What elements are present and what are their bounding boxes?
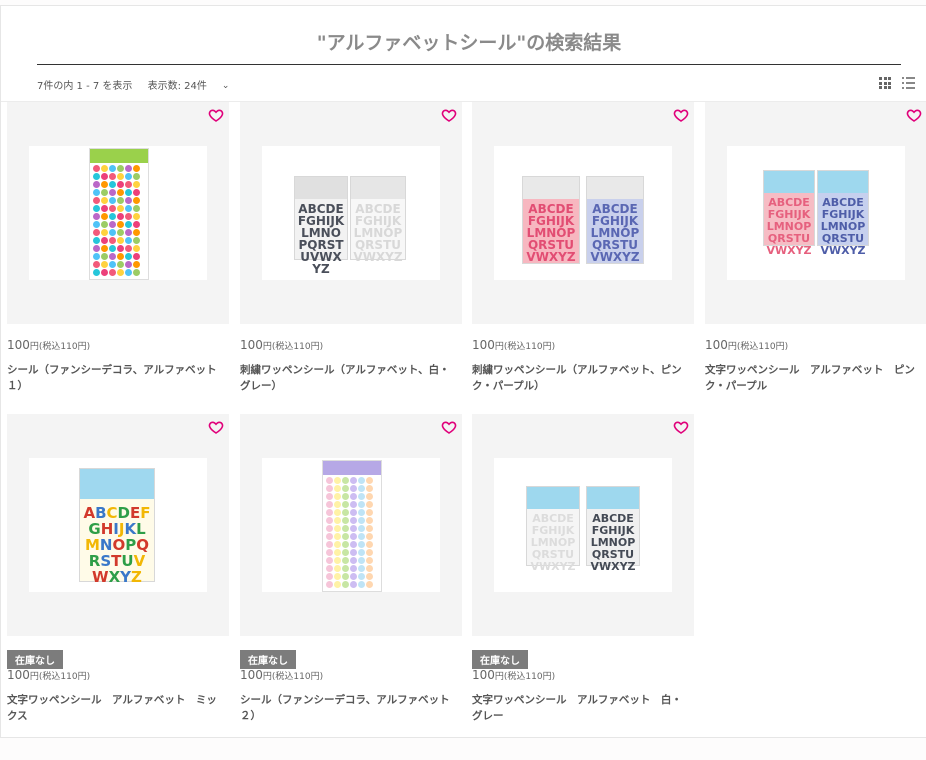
price-tax-note: 円(税込110円) xyxy=(29,672,91,682)
product-photo[interactable]: ABCDEFGHIJKLMNOPQRSTUVWXYZ ABCDEFGHIJKLMN… xyxy=(494,458,672,592)
price-tax-note: 円(税込110円) xyxy=(494,342,556,352)
product-card[interactable]: ABCDEFGHIJKLMNOPQRSTUVWXYZ ABCDEFGHIJKLMN… xyxy=(705,102,926,392)
out-of-stock-badge: 在庫なし xyxy=(472,650,528,669)
product-card[interactable]: ABCDEFGHIJKLMNOPQRSTUVWXYZ ABCDEFGHIJKLMN… xyxy=(472,102,694,392)
product-photo[interactable]: ABCDEFGHIJKLMNOPQRSTUVWXYZ ABCDEFGHIJKLMN… xyxy=(262,146,440,280)
favorite-heart-icon[interactable] xyxy=(208,419,224,435)
price-value: 100 xyxy=(240,668,263,682)
product-name-link[interactable]: 文字ワッペンシール アルファベット 白・グレー xyxy=(472,692,690,724)
favorite-heart-icon[interactable] xyxy=(208,107,224,123)
product-name-link[interactable]: 文字ワッペンシール アルファベット ピンク・パープル xyxy=(705,362,923,394)
product-image-area[interactable]: ABCDEFGHIJKLMNOPQRSTUVWXYZ xyxy=(7,414,229,636)
list-view-icon[interactable] xyxy=(902,77,915,89)
product-photo[interactable]: ABCDEFGHIJKLMNOPQRSTUVWXYZ ABCDEFGHIJKLMN… xyxy=(494,146,672,280)
product-image-area[interactable] xyxy=(7,102,229,324)
price-value: 100 xyxy=(7,338,30,352)
price-tax-note: 円(税込110円) xyxy=(262,342,324,352)
price-tax-note: 円(税込110円) xyxy=(29,342,91,352)
product-price: 100円(税込110円) xyxy=(705,338,788,352)
product-name-link[interactable]: 刺繍ワッペンシール（アルファベット、白・グレー） xyxy=(240,362,458,394)
product-photo[interactable] xyxy=(29,146,207,280)
grid-view-icon[interactable] xyxy=(879,77,891,89)
product-photo[interactable]: ABCDEFGHIJKLMNOPQRSTUVWXYZ ABCDEFGHIJKLMN… xyxy=(727,146,905,280)
page-title: "アルファベットシール"の検索結果 xyxy=(37,28,901,65)
product-card[interactable]: 100円(税込110円) シール（ファンシーデコラ、アルファベット１） xyxy=(7,102,229,392)
product-card[interactable]: ABCDEFGHIJKLMNOPQRSTUVWXYZ 在庫なし 100円(税込110… xyxy=(7,414,229,722)
price-value: 100 xyxy=(240,338,263,352)
price-tax-note: 円(税込110円) xyxy=(727,342,789,352)
result-count: 7件の内 1 - 7 を表示 xyxy=(37,81,133,92)
product-price: 100円(税込110円) xyxy=(472,338,555,352)
price-value: 100 xyxy=(472,338,495,352)
price-tax-note: 円(税込110円) xyxy=(262,672,324,682)
out-of-stock-badge: 在庫なし xyxy=(7,650,63,669)
favorite-heart-icon[interactable] xyxy=(441,107,457,123)
product-card[interactable]: ABCDEFGHIJKLMNOPQRSTUVWXYZ ABCDEFGHIJKLMN… xyxy=(240,102,462,392)
favorite-heart-icon[interactable] xyxy=(673,107,689,123)
product-price: 100円(税込110円) xyxy=(7,338,90,352)
product-image-area[interactable] xyxy=(240,414,462,636)
chevron-down-icon: ⌄ xyxy=(221,81,230,91)
product-image-area[interactable]: ABCDEFGHIJKLMNOPQRSTUVWXYZ ABCDEFGHIJKLMN… xyxy=(472,414,694,636)
favorite-heart-icon[interactable] xyxy=(906,107,922,123)
product-price: 100円(税込110円) xyxy=(472,668,555,682)
product-price: 100円(税込110円) xyxy=(240,338,323,352)
product-card[interactable]: ABCDEFGHIJKLMNOPQRSTUVWXYZ ABCDEFGHIJKLMN… xyxy=(472,414,694,722)
per-page-label: 表示数: 24件 xyxy=(147,81,207,92)
product-photo[interactable] xyxy=(262,458,440,592)
price-value: 100 xyxy=(472,668,495,682)
per-page-select[interactable]: 表示数: 24件 ⌄ xyxy=(148,77,242,92)
product-name-link[interactable]: 文字ワッペンシール アルファベット ミックス xyxy=(7,692,225,724)
product-image-area[interactable]: ABCDEFGHIJKLMNOPQRSTUVWXYZ ABCDEFGHIJKLMN… xyxy=(705,102,926,324)
out-of-stock-badge: 在庫なし xyxy=(240,650,296,669)
product-image-area[interactable]: ABCDEFGHIJKLMNOPQRSTUVWXYZ ABCDEFGHIJKLMN… xyxy=(240,102,462,324)
product-name-link[interactable]: シール（ファンシーデコラ、アルファベット２） xyxy=(240,692,458,724)
product-name-link[interactable]: 刺繍ワッペンシール（アルファベット、ピンク・パープル） xyxy=(472,362,690,394)
product-card[interactable]: 在庫なし 100円(税込110円) シール（ファンシーデコラ、アルファベット２） xyxy=(240,414,462,722)
product-photo[interactable]: ABCDEFGHIJKLMNOPQRSTUVWXYZ xyxy=(29,458,207,592)
product-name-link[interactable]: シール（ファンシーデコラ、アルファベット１） xyxy=(7,362,225,394)
price-value: 100 xyxy=(705,338,728,352)
product-price: 100円(税込110円) xyxy=(240,668,323,682)
price-tax-note: 円(税込110円) xyxy=(494,672,556,682)
product-price: 100円(税込110円) xyxy=(7,668,90,682)
favorite-heart-icon[interactable] xyxy=(441,419,457,435)
product-image-area[interactable]: ABCDEFGHIJKLMNOPQRSTUVWXYZ ABCDEFGHIJKLMN… xyxy=(472,102,694,324)
results-toolbar: 7件の内 1 - 7 を表示 表示数: 24件 ⌄ xyxy=(37,77,253,92)
price-value: 100 xyxy=(7,668,30,682)
favorite-heart-icon[interactable] xyxy=(673,419,689,435)
